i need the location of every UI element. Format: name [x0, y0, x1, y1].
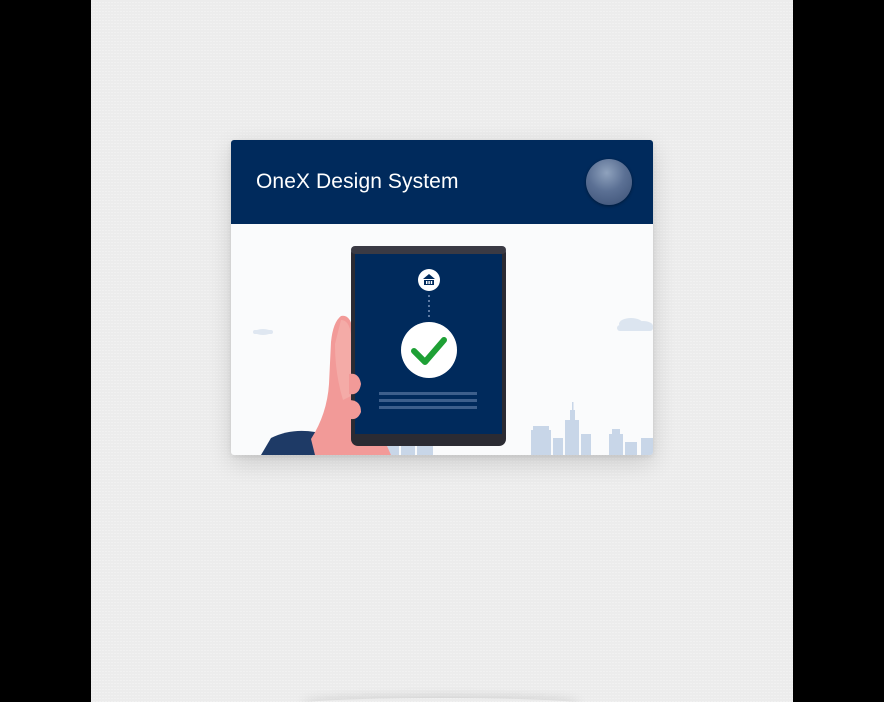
app-card: OneX Design System	[231, 140, 653, 455]
checkmark-icon	[401, 322, 457, 378]
verification-illustration	[231, 224, 653, 455]
app-title: OneX Design System	[256, 170, 459, 193]
bottom-shadow	[301, 698, 581, 702]
card-header: OneX Design System	[231, 140, 653, 224]
page-background: OneX Design System	[91, 0, 793, 702]
phone-device	[347, 246, 506, 446]
text-placeholder-lines	[379, 392, 477, 409]
bank-icon	[418, 269, 440, 291]
user-avatar[interactable]	[586, 159, 632, 205]
cloud-left	[253, 329, 273, 335]
cloud-right	[617, 318, 653, 331]
